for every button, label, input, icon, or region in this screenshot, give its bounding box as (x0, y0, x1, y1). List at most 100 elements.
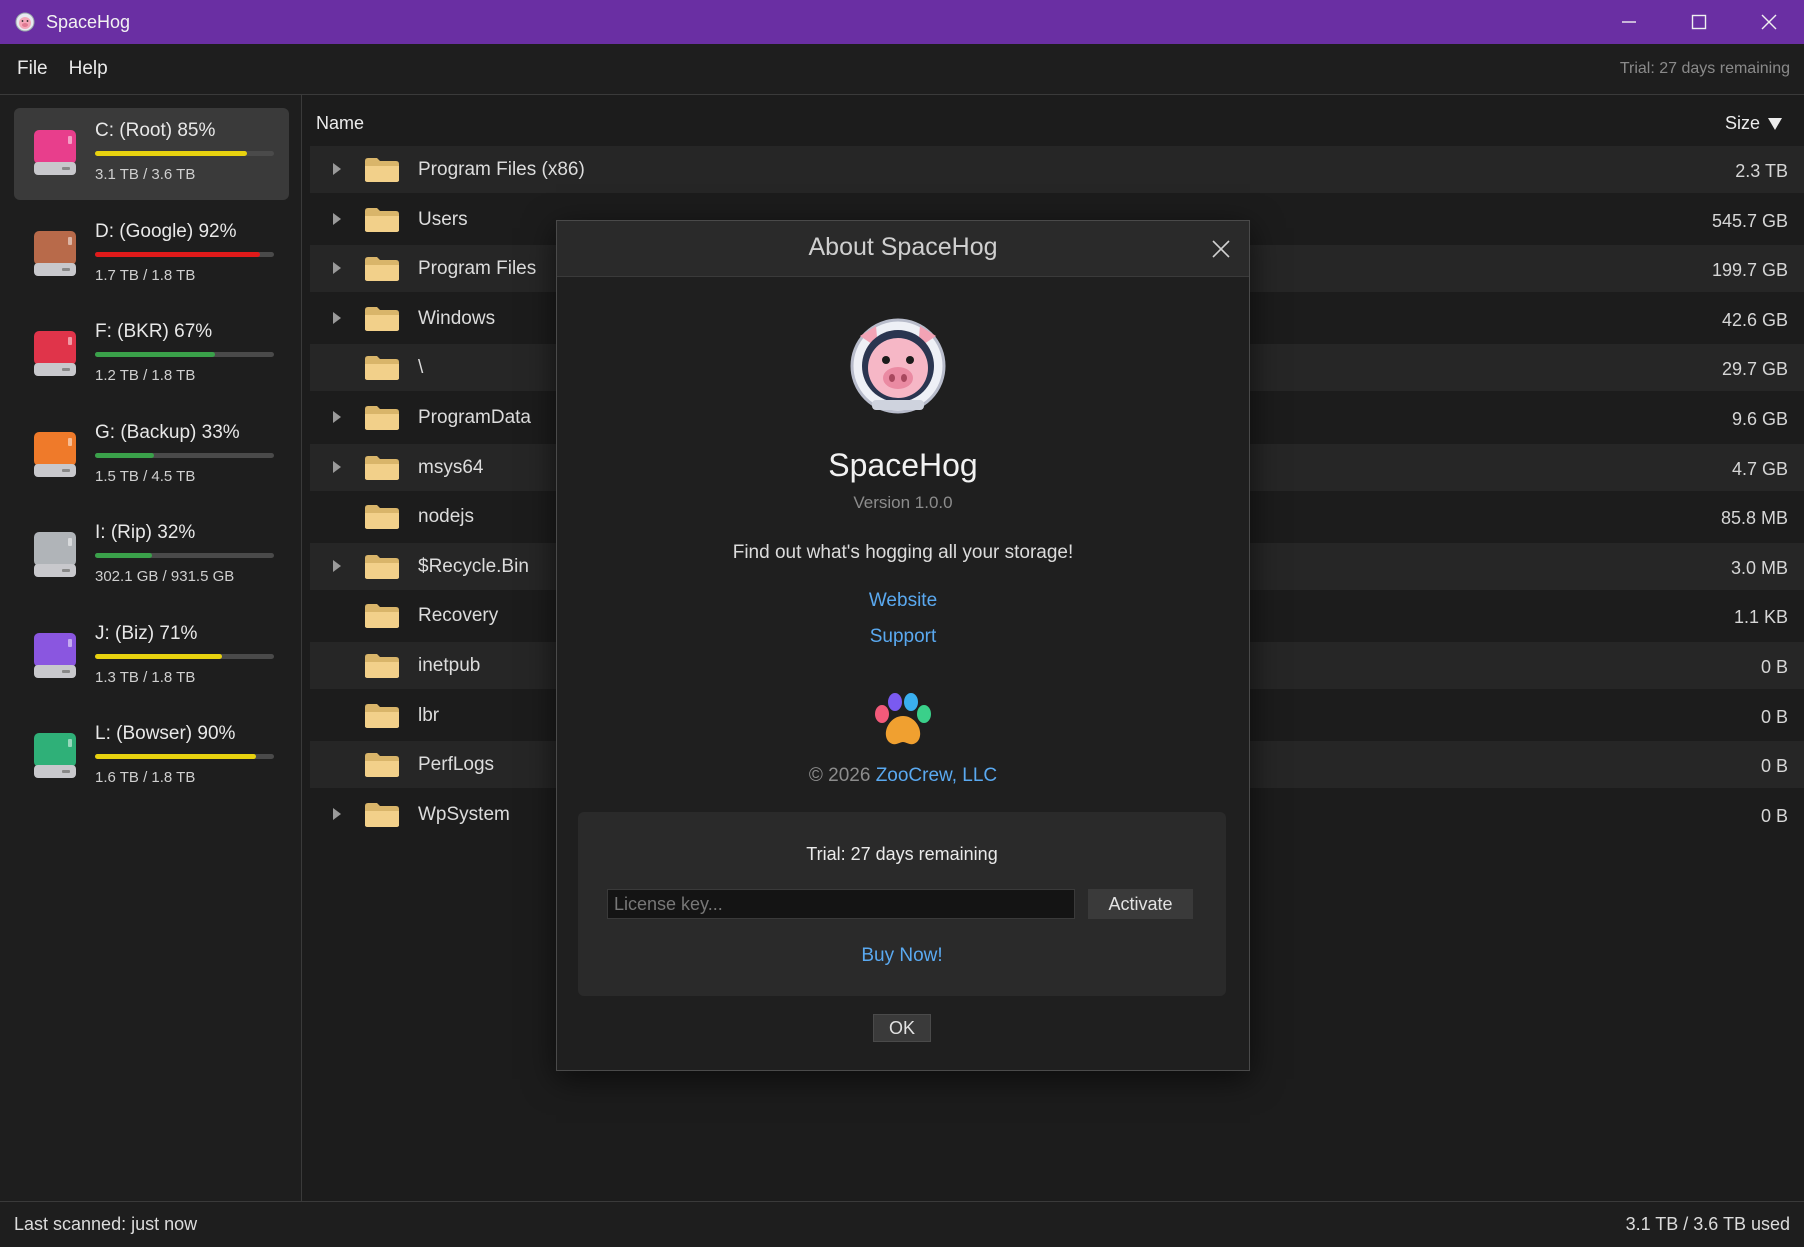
expand-arrow-icon[interactable] (332, 212, 342, 225)
drive-size: 302.1 GB / 931.5 GB (95, 568, 235, 585)
folder-size: 545.7 GB (1711, 210, 1788, 231)
folder-name: $Recycle.Bin (418, 555, 529, 577)
folder-name: PerfLogs (418, 754, 495, 776)
folder-icon (365, 257, 399, 282)
buy-now-link[interactable]: Buy Now! (861, 945, 942, 966)
copyright-line: © 2026 ZooCrew, LLC (557, 765, 1249, 787)
drive-name: G: (Backup) 33% (95, 421, 240, 443)
folder-size: 42.6 GB (1721, 309, 1788, 330)
expand-arrow-icon[interactable] (332, 163, 342, 175)
drive-usage-bar (95, 452, 274, 458)
maximize-button[interactable] (1664, 0, 1734, 44)
drive-item[interactable]: C: (Root) 85% 3.1 TB / 3.6 TB (14, 108, 289, 200)
drive-item[interactable]: F: (BKR) 67% 1.2 TB / 1.8 TB (14, 309, 289, 401)
folder-name: Recovery (418, 605, 499, 627)
drive-item[interactable]: G: (Backup) 33% 1.5 TB / 4.5 TB (14, 410, 289, 502)
folder-size: 9.6 GB (1731, 409, 1788, 429)
folder-size: 29.7 GB (1721, 359, 1788, 380)
folder-name: WpSystem (418, 803, 510, 825)
app-tagline: Find out what's hogging all your storage… (732, 542, 1074, 563)
drive-usage-fill (95, 151, 248, 156)
drive-usage-bar (95, 352, 274, 357)
website-link[interactable]: Website (869, 590, 937, 611)
expand-arrow-icon[interactable] (332, 559, 342, 572)
license-key-input[interactable] (607, 889, 1075, 919)
folder-name: inetpub (418, 655, 481, 676)
drive-name: J: (Biz) 71% (95, 622, 198, 644)
folder-icon (365, 753, 399, 778)
expand-arrow-icon[interactable] (332, 411, 342, 423)
drive-item[interactable]: L: (Bowser) 90% 1.6 TB / 1.8 TB (14, 711, 289, 803)
expand-arrow-icon[interactable] (332, 262, 342, 275)
menu-bar: File Help Trial: 27 days remaining (0, 44, 1804, 95)
folder-name: Program Files (x86) (418, 159, 585, 180)
folder-name: Users (418, 208, 468, 230)
folder-name: Program Files (418, 258, 537, 280)
drive-item[interactable]: D: (Google) 92% 1.7 TB / 1.8 TB (14, 209, 289, 301)
drive-item[interactable]: I: (Rip) 32% 302.1 GB / 931.5 GB (14, 510, 289, 602)
folder-size: 1.1 KB (1733, 607, 1788, 628)
app-version: Version 1.0.0 (853, 493, 953, 512)
folder-icon (365, 306, 399, 331)
usage-summary-text: 3.1 TB / 3.6 TB used (1625, 1214, 1790, 1234)
menu-file[interactable]: File (17, 58, 48, 80)
pig-app-icon (14, 11, 36, 33)
drive-size: 1.3 TB / 1.8 TB (95, 668, 196, 686)
folder-size: 2.3 TB (1735, 161, 1788, 181)
drive-usage-bar (95, 653, 274, 659)
drive-size: 1.7 TB / 1.8 TB (95, 266, 196, 284)
sort-descending-icon (1768, 117, 1782, 130)
drive-item[interactable]: J: (Biz) 71% 1.3 TB / 1.8 TB (14, 611, 289, 703)
app-name: SpaceHog (828, 447, 978, 483)
drive-usage-fill (95, 653, 223, 659)
minimize-button[interactable] (1594, 0, 1664, 44)
folder-size: 4.7 GB (1731, 458, 1788, 479)
folder-icon (365, 654, 399, 678)
drive-usage-fill (95, 352, 215, 357)
drive-usage-bar (95, 754, 274, 759)
close-button[interactable] (1734, 0, 1804, 44)
drive-icon (34, 733, 76, 778)
support-link[interactable]: Support (870, 626, 937, 647)
astronaut-pig-logo (850, 318, 946, 414)
drive-name: I: (Rip) 32% (95, 522, 196, 543)
status-bar: Last scanned: just now 3.1 TB / 3.6 TB u… (0, 1201, 1804, 1247)
drive-size: 1.5 TB / 4.5 TB (95, 467, 196, 485)
dialog-close-button[interactable] (1207, 235, 1235, 263)
drive-usage-bar (95, 553, 274, 558)
list-header: Name Size (314, 113, 1794, 137)
folder-size: 3.0 MB (1730, 557, 1788, 578)
column-header-size[interactable]: Size (1725, 113, 1782, 134)
ok-button[interactable]: OK (873, 1014, 931, 1042)
folder-name: \ (418, 357, 424, 379)
drive-usage-fill (95, 452, 155, 458)
column-header-name[interactable]: Name (316, 113, 364, 134)
drive-icon (34, 331, 76, 376)
folder-name: Windows (418, 307, 496, 329)
maximize-icon (1691, 14, 1707, 30)
minimize-icon (1622, 21, 1636, 23)
company-link[interactable]: ZooCrew, LLC (876, 765, 997, 786)
menu-help[interactable]: Help (69, 58, 108, 80)
folder-icon (365, 604, 399, 629)
expand-arrow-icon[interactable] (332, 807, 342, 820)
copyright-text: © 2026 (808, 765, 871, 786)
dialog-titlebar: About SpaceHog (557, 221, 1249, 277)
drive-usage-fill (95, 251, 260, 257)
window-controls (1594, 0, 1804, 44)
drive-name: F: (BKR) 67% (95, 321, 213, 342)
folder-icon (365, 455, 399, 480)
expand-arrow-icon[interactable] (332, 311, 342, 324)
folder-size: 0 B (1760, 756, 1788, 777)
drive-name: L: (Bowser) 90% (95, 723, 236, 744)
activate-button[interactable]: Activate (1088, 889, 1193, 919)
close-icon (1212, 240, 1230, 258)
drive-size: 1.6 TB / 1.8 TB (95, 769, 196, 786)
window-title: SpaceHog (46, 11, 131, 32)
folder-size: 0 B (1760, 657, 1788, 677)
expand-arrow-icon[interactable] (332, 460, 342, 473)
folder-size: 199.7 GB (1711, 260, 1788, 281)
folder-icon (365, 554, 399, 579)
folder-row[interactable]: Program Files (x86) 2.3 TB (310, 146, 1804, 193)
drive-icon (34, 130, 76, 175)
